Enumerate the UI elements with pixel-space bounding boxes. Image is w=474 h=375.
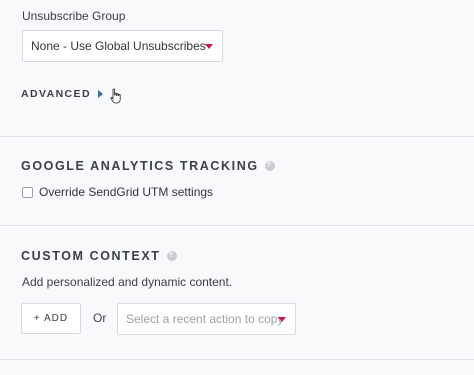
add-button[interactable]: + ADD (21, 303, 81, 334)
custom-context-heading-text: CUSTOM CONTEXT (21, 249, 161, 263)
analytics-heading: GOOGLE ANALYTICS TRACKING? (21, 159, 275, 173)
advanced-toggle[interactable]: ADVANCED (21, 88, 103, 100)
unsubscribe-group-value: None - Use Global Unsubscribes (31, 39, 206, 53)
custom-context-heading: CUSTOM CONTEXT? (21, 249, 177, 263)
help-icon[interactable]: ? (264, 160, 275, 171)
help-icon[interactable]: ? (166, 250, 177, 261)
advanced-label: ADVANCED (21, 88, 91, 100)
custom-context-description: Add personalized and dynamic content. (22, 275, 233, 289)
recent-action-placeholder: Select a recent action to copy (126, 312, 284, 326)
override-utm-checkbox[interactable] (22, 186, 33, 198)
override-utm-label: Override SendGrid UTM settings (39, 185, 214, 199)
chevron-right-icon (97, 90, 103, 98)
unsubscribe-group-select[interactable]: None - Use Global Unsubscribes (22, 30, 223, 62)
override-utm-row[interactable]: Override SendGrid UTM settings (22, 185, 213, 199)
recent-action-select[interactable]: Select a recent action to copy (117, 303, 296, 335)
analytics-heading-text: GOOGLE ANALYTICS TRACKING (21, 159, 259, 173)
hand-cursor-icon (110, 88, 121, 104)
or-label: Or (93, 311, 107, 325)
unsubscribe-group-label: Unsubscribe Group (22, 9, 126, 23)
dropdown-caret-icon (278, 317, 286, 322)
dropdown-caret-icon (205, 44, 213, 49)
section-divider (0, 225, 474, 226)
section-divider (0, 136, 474, 137)
section-divider (0, 359, 474, 360)
